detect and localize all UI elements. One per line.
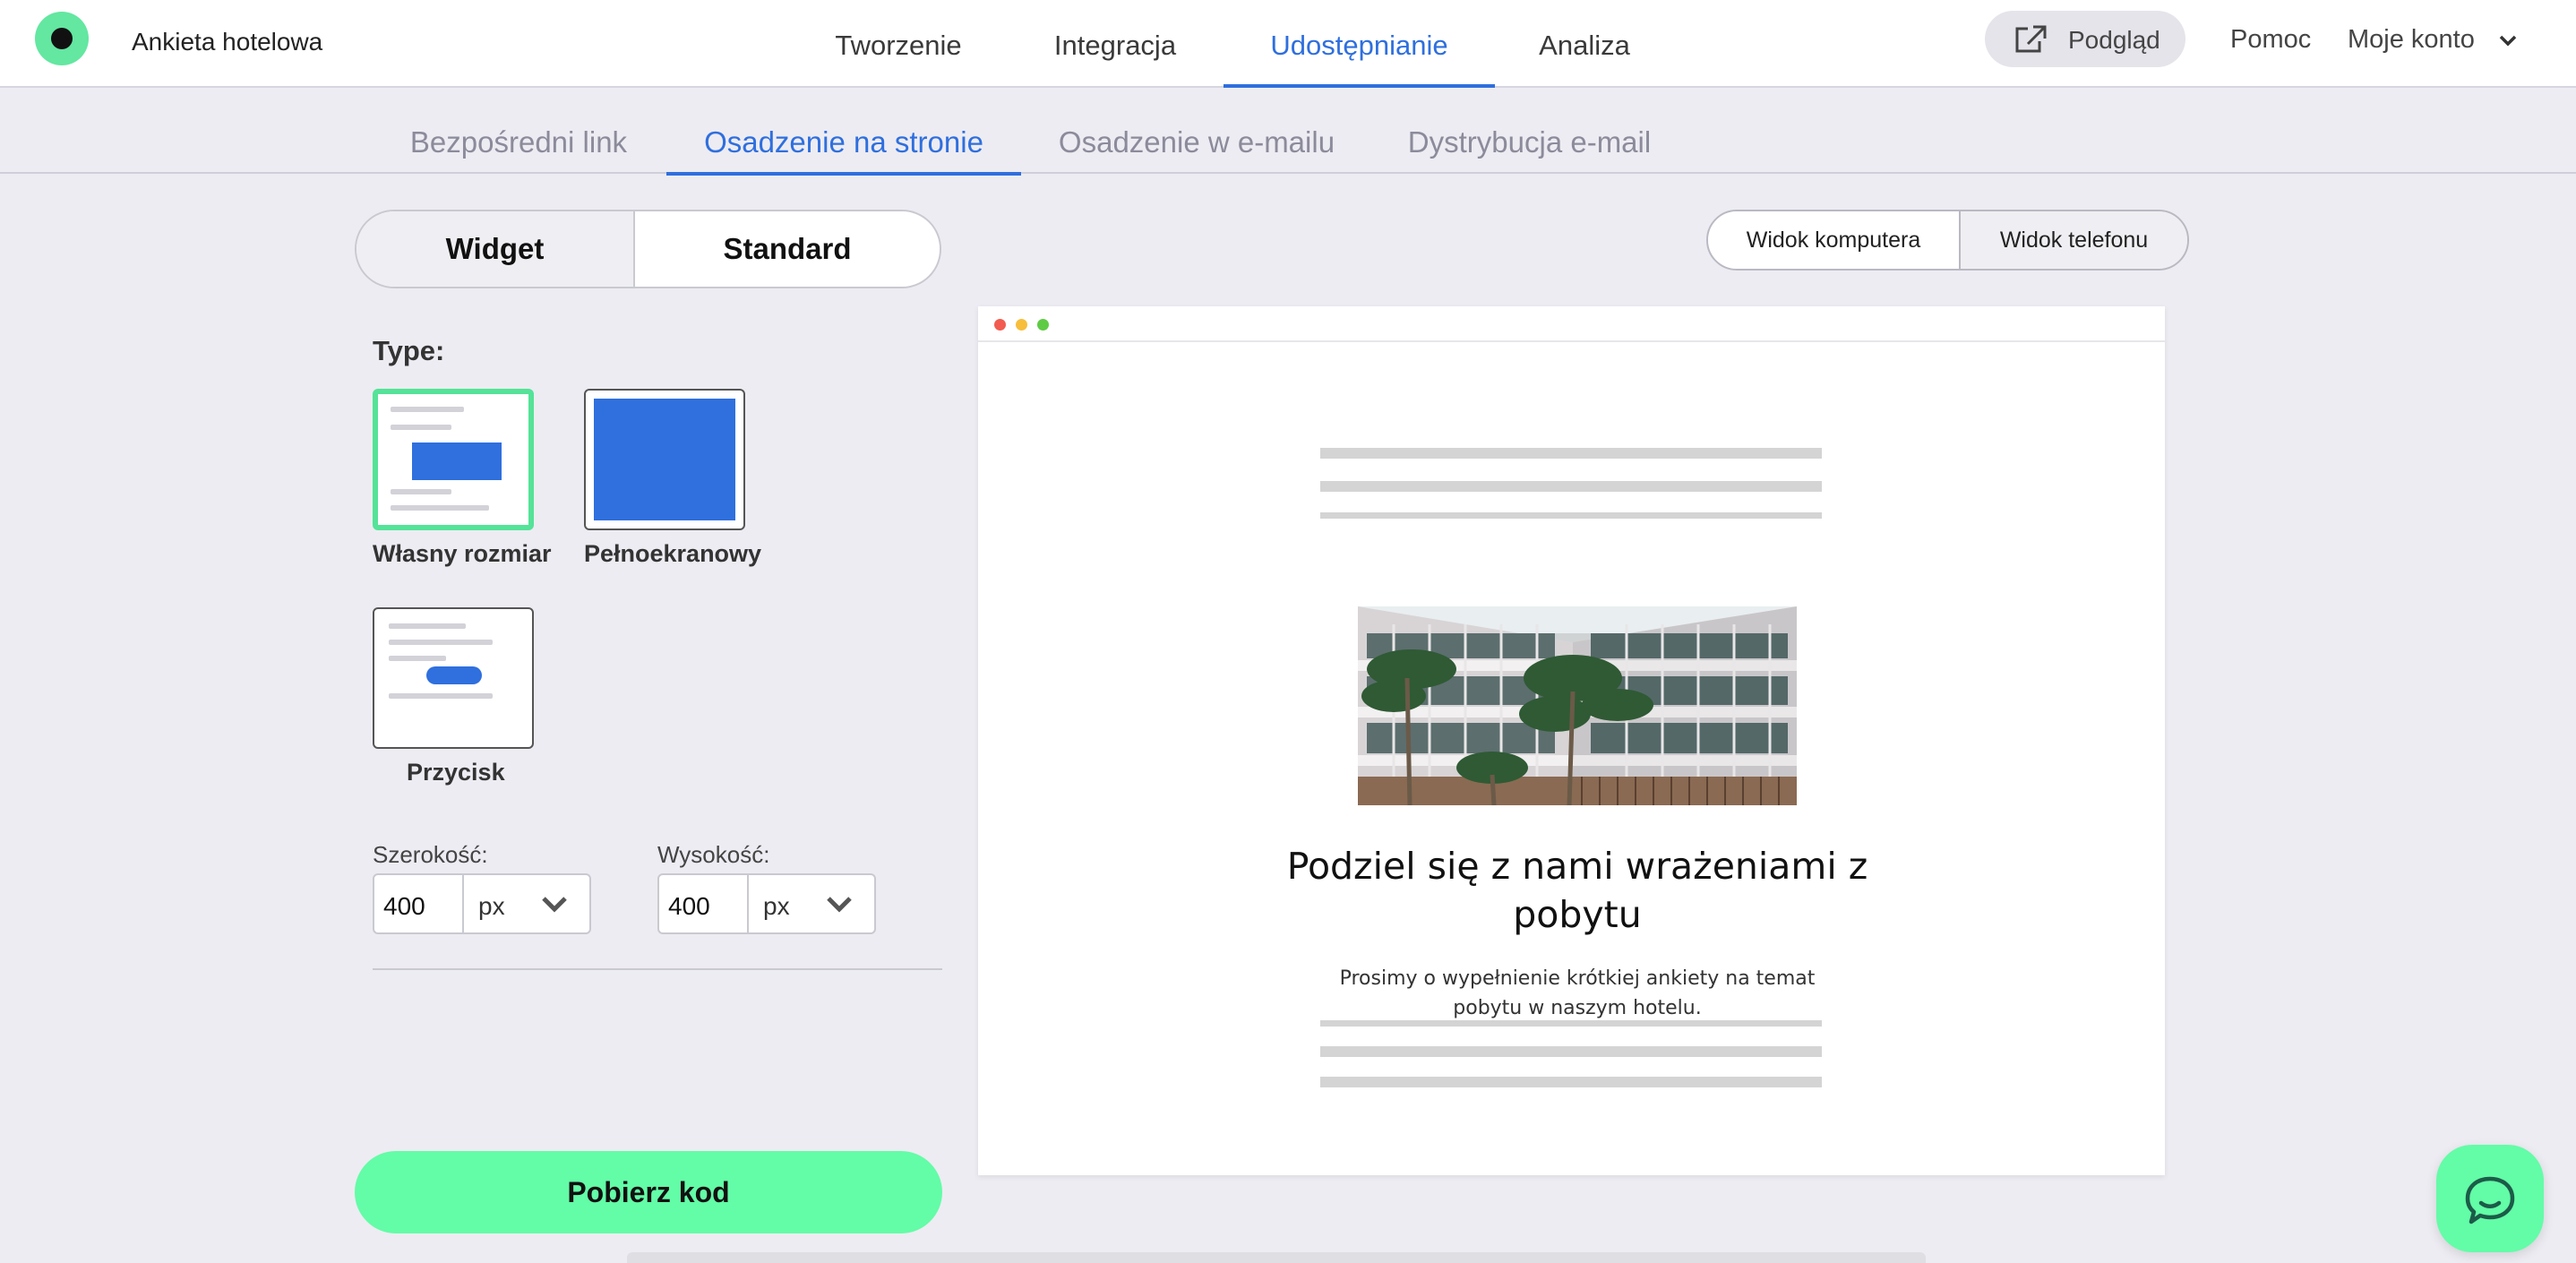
tile-line (391, 425, 451, 430)
preview-survey-title: Podziel się z nami wrażeniami z pobytu (1286, 845, 1868, 936)
type-fullscreen-tile[interactable] (584, 389, 745, 530)
subtab-embed-page[interactable]: Osadzenie na stronie (666, 88, 1021, 176)
placeholder-line (1320, 448, 1822, 459)
survey-preview-window: Podziel się z nami wrażeniami z pobytu P… (978, 306, 2165, 1175)
tab-integracja[interactable]: Integracja (1051, 0, 1180, 88)
preview-browser-bar (978, 306, 2165, 342)
type-custom-size-label: Własny rozmiar (373, 540, 552, 567)
tile-line (389, 693, 493, 699)
height-field: 400 px (657, 873, 876, 934)
hotel-photo (1358, 606, 1797, 805)
type-button-tile[interactable] (373, 607, 534, 749)
tile-line (391, 505, 489, 511)
standard-option[interactable]: Standard (635, 211, 940, 287)
height-unit-value: px (763, 892, 790, 920)
help-link[interactable]: Pomoc (2230, 25, 2311, 55)
external-link-icon (2015, 25, 2047, 53)
window-dot-red (994, 319, 1006, 331)
tab-analiza[interactable]: Analiza (1538, 0, 1631, 88)
get-code-button[interactable]: Pobierz kod (355, 1151, 942, 1233)
tile-block (594, 399, 735, 520)
width-field: 400 px (373, 873, 591, 934)
account-menu[interactable]: Moje konto (2348, 25, 2517, 55)
subtab-email-distribution[interactable]: Dystrybucja e-mail (1407, 88, 1652, 174)
placeholder-line (1320, 481, 1822, 492)
width-label: Szerokość: (373, 841, 488, 868)
preview-label: Podgląd (2068, 26, 2160, 54)
divider (373, 968, 942, 970)
tile-line (389, 656, 446, 661)
hotel-photo-illustration (1358, 606, 1797, 805)
width-unit-select[interactable]: px (464, 875, 589, 932)
width-input[interactable]: 400 (374, 875, 464, 932)
tab-tworzenie[interactable]: Tworzenie (833, 0, 964, 88)
height-label: Wysokość: (657, 841, 770, 868)
embed-mode-toggle: Widget Standard (355, 210, 941, 288)
window-dot-green (1037, 319, 1049, 331)
logo[interactable] (35, 12, 89, 65)
placeholder-line (1320, 512, 1822, 519)
sub-tab-bar: Bezpośredni link Osadzenie na stronie Os… (0, 88, 2576, 176)
height-input[interactable]: 400 (659, 875, 749, 932)
chat-bubble-icon (2465, 1176, 2515, 1224)
tile-line (389, 623, 466, 629)
chevron-down-icon (2499, 35, 2517, 47)
type-label: Type: (373, 335, 445, 366)
type-fullscreen-label: Pełnoekranowy (584, 540, 762, 567)
window-dot-yellow (1016, 319, 1027, 331)
bottom-shadow (627, 1252, 1926, 1263)
preview-button[interactable]: Podgląd (1985, 11, 2185, 67)
subtab-embed-email[interactable]: Osadzenie w e-mailu (1057, 88, 1336, 174)
widget-option[interactable]: Widget (356, 211, 636, 287)
width-unit-value: px (478, 892, 505, 920)
height-unit-select[interactable]: px (749, 875, 874, 932)
app-title: Ankieta hotelowa (132, 28, 323, 56)
tile-button-shape (426, 666, 482, 684)
chevron-down-icon (827, 897, 852, 913)
type-custom-size-tile[interactable] (373, 389, 534, 530)
desktop-view-option[interactable]: Widok komputera (1708, 211, 1961, 269)
tile-line (391, 489, 451, 494)
type-button-label: Przycisk (407, 759, 505, 786)
chat-button[interactable] (2436, 1145, 2544, 1252)
placeholder-line (1320, 1077, 1822, 1087)
chevron-down-icon (542, 897, 567, 913)
tile-line (389, 640, 493, 645)
tab-udostepnianie[interactable]: Udostępnianie (1224, 0, 1495, 88)
tile-block (412, 442, 502, 480)
view-toggle: Widok komputera Widok telefonu (1706, 210, 2189, 271)
tile-line (391, 407, 464, 412)
placeholder-line (1320, 1020, 1822, 1027)
account-label: Moje konto (2348, 25, 2475, 54)
top-bar: Ankieta hotelowa Tworzenie Integracja Ud… (0, 0, 2576, 88)
mobile-view-option[interactable]: Widok telefonu (1961, 211, 2187, 269)
placeholder-line (1320, 1046, 1822, 1057)
preview-survey-description: Prosimy o wypełnienie krótkiej ankiety n… (1339, 967, 1816, 1019)
subtab-direct-link[interactable]: Bezpośredni link (408, 88, 630, 174)
